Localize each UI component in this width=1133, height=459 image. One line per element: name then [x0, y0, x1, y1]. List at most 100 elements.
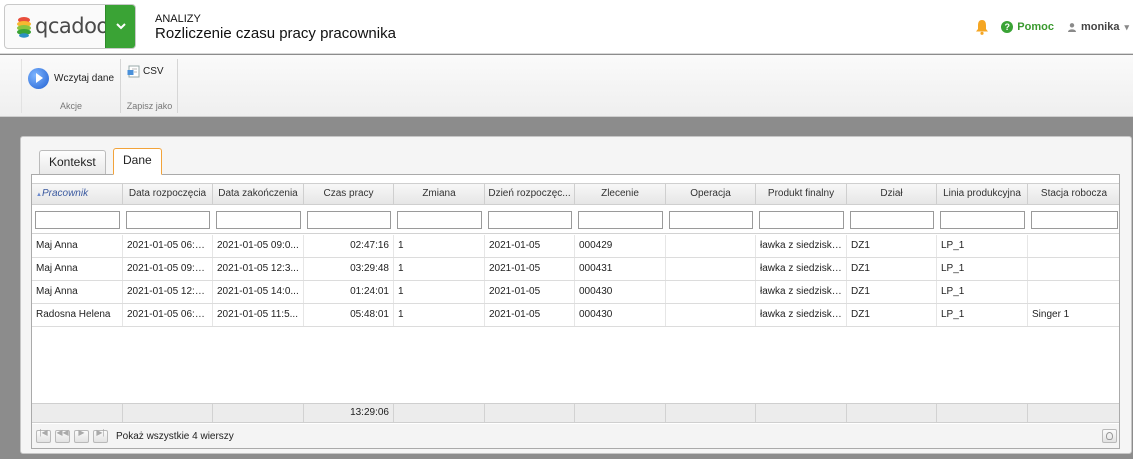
tab-kontekst[interactable]: Kontekst — [39, 150, 106, 174]
cell-data-rozpoczecia: 2021-01-05 09:0... — [123, 258, 213, 280]
column-header-data-rozpoczecia[interactable]: Data rozpoczęcia — [123, 184, 213, 204]
column-header-data-zakonczenia[interactable]: Data zakończenia — [213, 184, 304, 204]
cell-stacja-robocza — [1028, 235, 1119, 257]
prev-page-button[interactable]: ◀◀ — [55, 427, 70, 443]
grid-header-row: ▲Pracownik Data rozpoczęcia Data zakończen… — [32, 183, 1119, 205]
next-page-icon: ▶ — [78, 427, 85, 437]
column-header-zlecenie[interactable]: Zlecenie — [575, 184, 666, 204]
table-row[interactable]: Radosna Helena 2021-01-05 06:1... 2021-01-… — [32, 304, 1119, 327]
chevron-down-icon: ▾ — [1124, 21, 1129, 32]
cell-data-zakonczenia: 2021-01-05 14:0... — [213, 281, 304, 303]
filter-input-dzien-rozpoczec[interactable] — [488, 211, 572, 229]
filter-input-operacja[interactable] — [669, 211, 753, 229]
column-header-dzial[interactable]: Dział — [847, 184, 937, 204]
cell-dzial: DZ1 — [847, 281, 937, 303]
summary-cell — [394, 404, 485, 422]
breadcrumb-category: ANALIZY — [155, 13, 201, 25]
filter-input-produkt-finalny[interactable] — [759, 211, 844, 229]
cell-dzien-rozpoczec: 2021-01-05 — [485, 281, 575, 303]
filter-cell — [1028, 206, 1119, 233]
top-header: qcadoo ANALIZY Rozliczenie czasu pracy p… — [0, 0, 1133, 54]
next-page-button[interactable]: ▶ — [74, 427, 89, 443]
filter-input-linia-produkcyjna[interactable] — [940, 211, 1025, 229]
filter-input-zlecenie[interactable] — [578, 211, 663, 229]
filter-cell — [123, 206, 213, 233]
column-header-produkt-finalny[interactable]: Produkt finalny — [756, 184, 847, 204]
filter-input-zmiana[interactable] — [397, 211, 482, 229]
user-name: monika — [1080, 21, 1120, 33]
cell-produkt-finalny: ławka z siedziski... — [756, 235, 847, 257]
summary-cell — [666, 404, 756, 422]
filter-cell — [304, 206, 394, 233]
column-header-label: Zmiana — [422, 188, 456, 199]
filter-input-czas-pracy[interactable] — [307, 211, 391, 229]
ribbon-group-save-as: CSV Zapisz jako — [122, 59, 178, 113]
cell-czas-pracy: 05:48:01 — [304, 304, 394, 326]
cell-dzial: DZ1 — [847, 235, 937, 257]
column-header-pracownik[interactable]: ▲Pracownik — [32, 184, 123, 204]
user-menu[interactable]: monika ▾ — [1067, 21, 1129, 33]
summary-cell — [847, 404, 937, 422]
summary-cell — [937, 404, 1028, 422]
column-header-label: Produkt finalny — [767, 188, 835, 199]
header-actions: ? Pomoc monika ▾ — [975, 19, 1129, 35]
main-menu-toggle[interactable] — [105, 5, 135, 48]
cell-operacja — [666, 304, 756, 326]
filter-input-data-zakonczenia[interactable] — [216, 211, 301, 229]
filter-cell — [32, 206, 123, 233]
tab-dane[interactable]: Dane — [113, 148, 162, 175]
cell-operacja — [666, 258, 756, 280]
filter-input-pracownik[interactable] — [35, 211, 120, 229]
filter-cell — [575, 206, 666, 233]
page-title: Rozliczenie czasu pracy pracownika — [155, 25, 396, 42]
summary-cell — [213, 404, 304, 422]
filter-input-dzial[interactable] — [850, 211, 934, 229]
column-header-label: Data rozpoczęcia — [128, 188, 207, 199]
app-logo[interactable]: qcadoo — [4, 4, 136, 49]
filter-cell — [213, 206, 304, 233]
cell-zlecenie: 000429 — [575, 235, 666, 257]
column-header-zmiana[interactable]: Zmiana — [394, 184, 485, 204]
prev-page-icon: ◀◀ — [56, 427, 69, 437]
grid-options-button[interactable] — [1102, 429, 1117, 443]
bell-icon[interactable] — [975, 19, 989, 35]
cell-dzial: DZ1 — [847, 304, 937, 326]
column-header-label: Dzień rozpoczęc... — [488, 188, 571, 199]
cell-dzien-rozpoczec: 2021-01-05 — [485, 304, 575, 326]
help-link[interactable]: ? Pomoc — [1001, 21, 1054, 33]
column-header-label: Operacja — [690, 188, 731, 199]
column-header-label: Dział — [880, 188, 903, 199]
table-row[interactable]: Maj Anna 2021-01-05 06:1... 2021-01-05 09:… — [32, 235, 1119, 258]
cell-pracownik: Maj Anna — [32, 281, 123, 303]
pager-summary: Pokaż wszystkie 4 wierszy — [116, 430, 234, 442]
column-header-operacja[interactable]: Operacja — [666, 184, 756, 204]
export-csv-button[interactable]: CSV — [127, 65, 164, 78]
table-row[interactable]: Maj Anna 2021-01-05 09:0... 2021-01-05 12:… — [32, 258, 1119, 281]
filter-input-stacja-robocza[interactable] — [1031, 211, 1118, 229]
cell-data-rozpoczecia: 2021-01-05 06:1... — [123, 304, 213, 326]
column-header-dzien-rozpoczec[interactable]: Dzień rozpoczęc... — [485, 184, 575, 204]
last-page-button[interactable]: ▶| — [93, 428, 108, 443]
filter-cell — [756, 206, 847, 233]
filter-input-data-rozpoczecia[interactable] — [126, 211, 210, 229]
column-header-linia-produkcyjna[interactable]: Linia produkcyjna — [937, 184, 1028, 204]
cell-stacja-robocza — [1028, 258, 1119, 280]
column-header-stacja-robocza[interactable]: Stacja robocza — [1028, 184, 1119, 204]
csv-export-icon — [127, 65, 140, 78]
user-icon — [1067, 22, 1076, 32]
cell-zmiana: 1 — [394, 281, 485, 303]
grid-body: Maj Anna 2021-01-05 06:1... 2021-01-05 09:… — [32, 235, 1119, 327]
table-row[interactable]: Maj Anna 2021-01-05 12:3... 2021-01-05 14:… — [32, 281, 1119, 304]
summary-cell — [32, 404, 123, 422]
cell-zlecenie: 000430 — [575, 304, 666, 326]
grid-summary-row: 13:29:06 — [32, 403, 1119, 423]
load-data-button[interactable]: Wczytaj dane — [28, 68, 114, 89]
summary-cell — [485, 404, 575, 422]
cell-produkt-finalny: ławka z siedziski... — [756, 258, 847, 280]
column-header-czas-pracy[interactable]: Czas pracy — [304, 184, 394, 204]
logo-text: qcadoo — [35, 14, 109, 38]
filter-cell — [394, 206, 485, 233]
grid-pager: |◀ ◀◀ ▶ ▶| Pokaż wszystkie 4 wierszy — [32, 424, 1119, 448]
first-page-button[interactable]: |◀ — [36, 428, 51, 443]
cell-dzial: DZ1 — [847, 258, 937, 280]
